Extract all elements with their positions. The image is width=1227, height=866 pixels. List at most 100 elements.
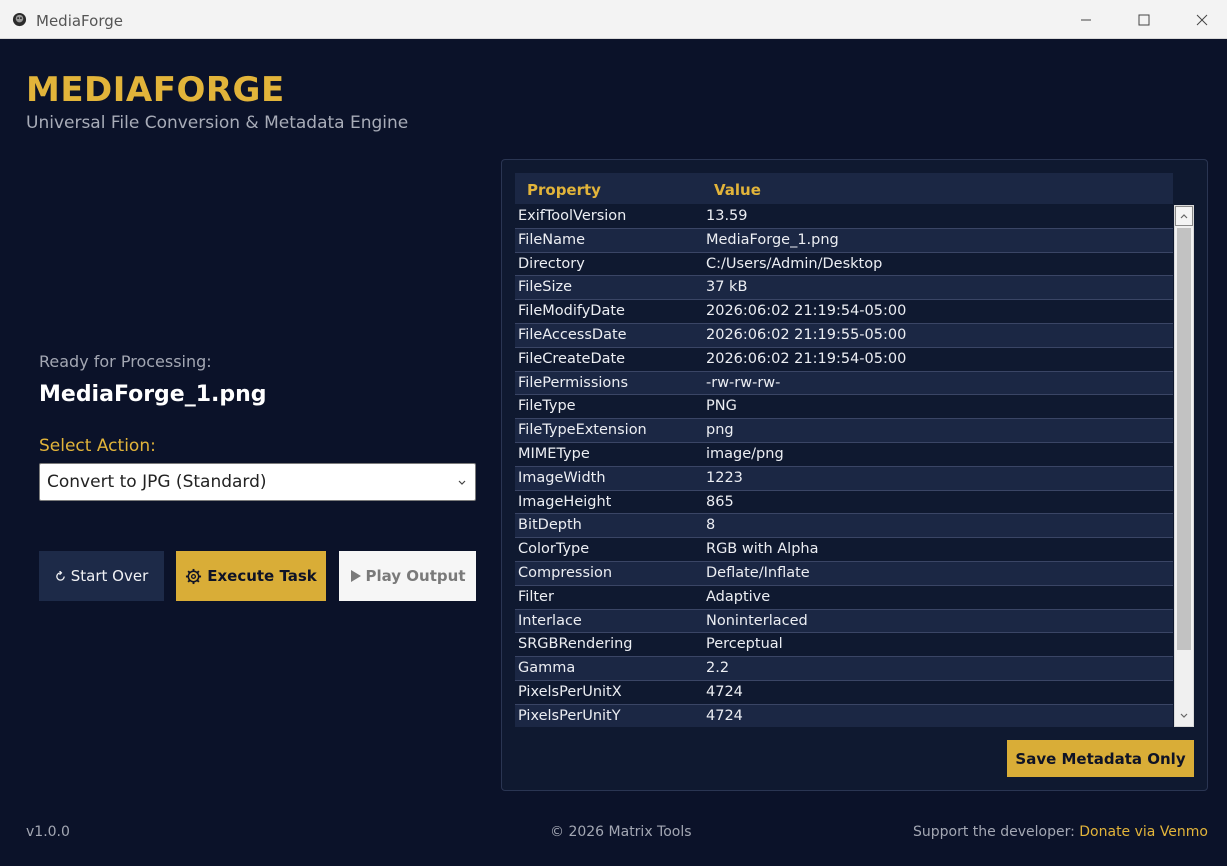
window-titlebar: MediaForge: [0, 0, 1227, 39]
execute-task-label: Execute Task: [207, 567, 317, 585]
property-cell: Compression: [518, 564, 613, 581]
value-cell: 2026:06:02 21:19:55-05:00: [706, 326, 907, 343]
value-cell: 37 kB: [706, 279, 748, 296]
table-row[interactable]: FileTypeExtension png: [515, 419, 1173, 443]
metadata-table-header: Property Value: [515, 173, 1173, 204]
value-cell: 13.59: [706, 208, 748, 224]
property-cell: FileTypeExtension: [518, 422, 647, 439]
selected-file-name: MediaForge_1.png: [39, 382, 267, 407]
app-brand-title: MEDIAFORGE: [26, 70, 285, 110]
window-title: MediaForge: [36, 12, 123, 30]
property-cell: FileType: [518, 398, 576, 415]
property-cell: FileCreateDate: [518, 350, 626, 367]
property-cell: Gamma: [518, 660, 576, 677]
start-over-label: Start Over: [70, 567, 149, 585]
maximize-button[interactable]: [1115, 0, 1173, 39]
value-cell: RGB with Alpha: [706, 541, 819, 558]
scrollbar-thumb[interactable]: [1177, 228, 1191, 650]
table-row[interactable]: FilePermissions -rw-rw-rw-: [515, 371, 1173, 396]
table-row[interactable]: FileType PNG: [515, 395, 1173, 420]
table-row[interactable]: SRGBRendering Perceptual: [515, 633, 1173, 658]
value-cell: 4724: [706, 683, 743, 700]
play-icon: [350, 570, 361, 582]
app-logo-icon: [12, 12, 27, 27]
property-cell: PixelsPerUnitX: [518, 683, 622, 700]
value-cell: Perceptual: [706, 636, 783, 653]
table-row[interactable]: PixelsPerUnitY 4724: [515, 704, 1173, 727]
property-cell: BitDepth: [518, 517, 582, 534]
value-cell: 2026:06:02 21:19:54-05:00: [706, 303, 907, 320]
property-cell: MIMEType: [518, 445, 590, 462]
value-cell: 8: [706, 517, 716, 534]
close-button[interactable]: [1173, 0, 1227, 39]
app-version: v1.0.0: [26, 824, 70, 840]
table-row[interactable]: Directory C:/Users/Admin/Desktop: [515, 252, 1173, 277]
table-row[interactable]: Interlace Noninterlaced: [515, 609, 1173, 634]
metadata-table-body[interactable]: ExifToolVersion 13.59 FileName MediaForge_1…: [515, 205, 1173, 727]
metadata-scrollbar[interactable]: [1174, 205, 1194, 727]
table-row[interactable]: FileCreateDate 2026:06:02 21:19:54-05:00: [515, 347, 1173, 372]
value-cell: -rw-rw-rw-: [706, 374, 781, 391]
chevron-down-icon: [1180, 713, 1188, 718]
property-cell: ImageWidth: [518, 469, 606, 486]
maximize-icon: [1138, 14, 1150, 25]
table-row[interactable]: FileAccessDate 2026:06:02 21:19:55-05:00: [515, 323, 1173, 348]
value-cell: PNG: [706, 398, 737, 415]
refresh-icon: [55, 570, 66, 582]
value-cell: image/png: [706, 445, 784, 462]
minimize-icon: [1081, 19, 1091, 20]
close-icon: [1196, 14, 1208, 25]
minimize-button[interactable]: [1057, 0, 1115, 39]
property-cell: ExifToolVersion: [518, 208, 627, 224]
property-cell: FileSize: [518, 279, 573, 296]
table-row[interactable]: Filter Adaptive: [515, 585, 1173, 610]
table-row[interactable]: Gamma 2.2: [515, 657, 1173, 681]
table-row[interactable]: FileModifyDate 2026:06:02 21:19:54-05:00: [515, 300, 1173, 324]
property-cell: FileModifyDate: [518, 303, 625, 320]
select-action-label: Select Action:: [39, 436, 156, 456]
chevron-up-icon: [1180, 214, 1188, 219]
table-row[interactable]: ExifToolVersion 13.59: [515, 205, 1173, 229]
column-header-value[interactable]: Value: [714, 181, 761, 199]
table-row[interactable]: FileSize 37 kB: [515, 276, 1173, 301]
scroll-down-button[interactable]: [1175, 706, 1193, 726]
property-cell: Interlace: [518, 612, 582, 629]
save-metadata-button[interactable]: Save Metadata Only: [1007, 740, 1194, 777]
column-header-property[interactable]: Property: [527, 181, 601, 199]
value-cell: Noninterlaced: [706, 612, 808, 629]
property-cell: ImageHeight: [518, 493, 612, 510]
start-over-button[interactable]: Start Over: [39, 551, 164, 601]
property-cell: PixelsPerUnitY: [518, 707, 621, 724]
table-row[interactable]: ImageWidth 1223: [515, 466, 1173, 491]
property-cell: Filter: [518, 588, 554, 605]
play-output-button[interactable]: Play Output: [339, 551, 476, 601]
ready-label: Ready for Processing:: [39, 352, 212, 371]
scroll-up-button[interactable]: [1175, 206, 1193, 226]
table-row[interactable]: BitDepth 8: [515, 514, 1173, 539]
chevron-down-icon: [458, 480, 466, 485]
value-cell: png: [706, 422, 734, 439]
table-row[interactable]: ColorType RGB with Alpha: [515, 538, 1173, 562]
copyright-text: © 2026 Matrix Tools: [550, 824, 692, 840]
donate-link[interactable]: Donate via Venmo: [1079, 824, 1208, 840]
play-output-label: Play Output: [365, 567, 466, 585]
table-row[interactable]: FileName MediaForge_1.png: [515, 228, 1173, 253]
table-row[interactable]: PixelsPerUnitX 4724: [515, 680, 1173, 705]
table-row[interactable]: Compression Deflate/Inflate: [515, 561, 1173, 586]
table-row[interactable]: MIMEType image/png: [515, 442, 1173, 467]
property-cell: FileAccessDate: [518, 326, 627, 343]
value-cell: Deflate/Inflate: [706, 564, 810, 581]
gear-icon: [185, 568, 202, 585]
table-row[interactable]: ImageHeight 865: [515, 490, 1173, 515]
value-cell: 4724: [706, 707, 743, 724]
value-cell: 2026:06:02 21:19:54-05:00: [706, 350, 907, 367]
action-select[interactable]: Convert to JPG (Standard): [39, 463, 476, 501]
execute-task-button[interactable]: Execute Task: [176, 551, 326, 601]
value-cell: MediaForge_1.png: [706, 231, 839, 248]
action-select-value: Convert to JPG (Standard): [47, 472, 267, 492]
support-label: Support the developer:: [913, 824, 1080, 840]
property-cell: FileName: [518, 231, 586, 248]
app-subtitle: Universal File Conversion & Metadata Eng…: [26, 113, 409, 133]
value-cell: C:/Users/Admin/Desktop: [706, 255, 883, 272]
property-cell: Directory: [518, 255, 585, 272]
